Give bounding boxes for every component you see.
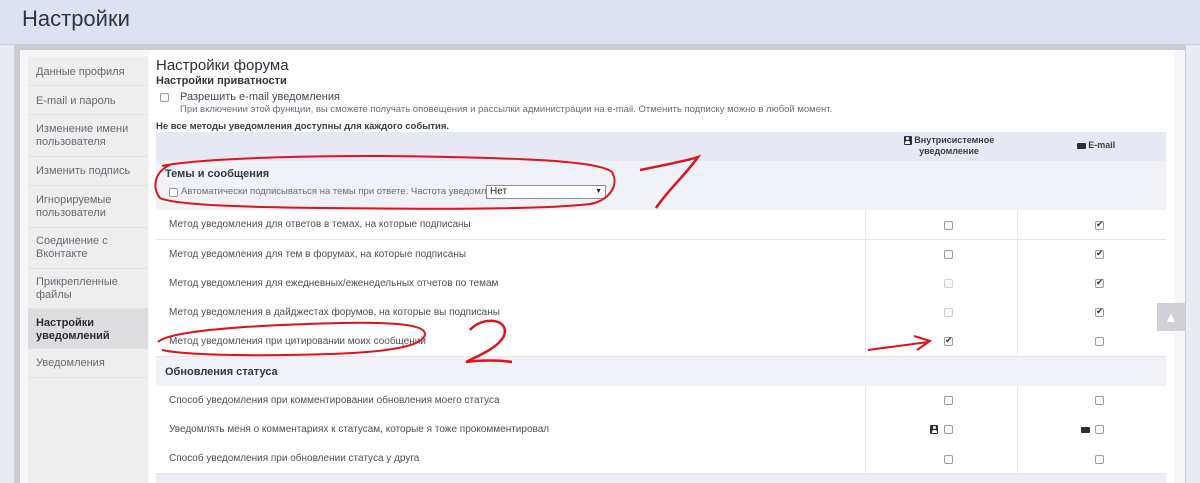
mail-icon bbox=[1081, 427, 1090, 433]
table-row: Способ уведомления при обновлении статус… bbox=[156, 444, 1166, 474]
email-checkbox[interactable] bbox=[1095, 455, 1104, 464]
table-row: Уведомлять меня о комментариях к статуса… bbox=[156, 415, 1166, 445]
auto-subscribe-checkbox[interactable] bbox=[169, 188, 178, 197]
internal-checkbox[interactable] bbox=[944, 425, 953, 434]
internal-checkbox[interactable] bbox=[944, 396, 953, 405]
sidebar-item-notification-settings[interactable]: Настройки уведомлений bbox=[28, 309, 148, 349]
chevron-down-icon: ▼ bbox=[595, 188, 602, 195]
sidebar-item-label: Настройки уведомлений bbox=[36, 317, 110, 342]
internal-checkbox bbox=[944, 308, 953, 317]
sidebar-item-ignored-users[interactable]: Игнорируемые пользователи bbox=[28, 186, 148, 228]
forum-settings-title: Настройки форума bbox=[156, 57, 289, 74]
sidebar-item-label: Уведомления bbox=[36, 357, 105, 369]
sidebar-item-label: Изменить подпись bbox=[36, 165, 131, 177]
sidebar-item-attachments[interactable]: Прикрепленные файлы bbox=[28, 269, 148, 309]
sidebar-item-label: Соединение с Вконтакте bbox=[36, 235, 108, 260]
table-row: Метод уведомления для ответов в темах, н… bbox=[156, 210, 1166, 240]
internal-checkbox[interactable] bbox=[944, 250, 953, 259]
frequency-select-value: Нет bbox=[490, 186, 508, 197]
table-row: Метод уведомления в дайджестах форумов, … bbox=[156, 298, 1166, 328]
page-header: Настройки bbox=[0, 0, 1200, 45]
scroll-top-button[interactable]: ▲ bbox=[1157, 303, 1185, 331]
sidebar-item-label: Игнорируемые пользователи bbox=[36, 194, 112, 219]
email-checkbox[interactable] bbox=[1095, 337, 1104, 346]
sidebar-item-email-password[interactable]: E-mail и пароль bbox=[28, 86, 148, 115]
sidebar-item-vk-connection[interactable]: Соединение с Вконтакте bbox=[28, 228, 148, 269]
row-label: Метод уведомления для ежедневных/еженеде… bbox=[169, 278, 499, 289]
email-checkbox[interactable] bbox=[1095, 219, 1104, 230]
sidebar-item-label: E-mail и пароль bbox=[36, 95, 116, 107]
allow-email-description: При включении этой функции, вы сможете п… bbox=[180, 104, 833, 115]
email-checkbox[interactable] bbox=[1095, 248, 1104, 259]
sidebar-item-change-username[interactable]: Изменение имени пользователя bbox=[28, 115, 148, 157]
table-row: Метод уведомления для тем в форумах, на … bbox=[156, 240, 1166, 270]
internal-checkbox[interactable] bbox=[944, 455, 953, 464]
privacy-heading: Настройки приватности bbox=[156, 75, 287, 87]
arrow-up-icon: ▲ bbox=[1164, 309, 1178, 325]
allow-email-checkbox[interactable] bbox=[160, 93, 169, 102]
mail-icon bbox=[1076, 142, 1086, 149]
email-checkbox[interactable] bbox=[1095, 425, 1104, 434]
row-label: Метод уведомления в дайджестах форумов, … bbox=[169, 307, 500, 318]
row-label: Способ уведомления при обновлении статус… bbox=[169, 453, 420, 464]
internal-checkbox[interactable] bbox=[944, 335, 953, 346]
page-title: Настройки bbox=[22, 6, 130, 31]
person-icon bbox=[930, 425, 938, 434]
email-checkbox[interactable] bbox=[1095, 306, 1104, 317]
column-internal: Внутрисистемное уведомление bbox=[884, 135, 1014, 157]
methods-note: Не все методы уведомления доступны для к… bbox=[156, 121, 450, 132]
table-row: Метод уведомления для ежедневных/еженеде… bbox=[156, 269, 1166, 299]
table-header: Внутрисистемное уведомление E-mail bbox=[156, 132, 1166, 161]
row-label: Способ уведомления при комментировании о… bbox=[169, 395, 500, 406]
column-email-label: E-mail bbox=[1088, 140, 1116, 150]
row-label: Метод уведомления для тем в форумах, на … bbox=[169, 249, 467, 260]
table-row: Способ уведомления при комментировании о… bbox=[156, 386, 1166, 416]
settings-sidebar: Данные профиля E-mail и пароль Изменение… bbox=[28, 57, 148, 483]
sidebar-item-profile[interactable]: Данные профиля bbox=[28, 57, 148, 86]
person-icon bbox=[903, 136, 912, 146]
sidebar-item-label: Данные профиля bbox=[36, 66, 125, 78]
sidebar-item-label: Изменение имени пользователя bbox=[36, 123, 129, 148]
sidebar-item-change-signature[interactable]: Изменить подпись bbox=[28, 157, 148, 186]
column-email: E-mail bbox=[1036, 140, 1156, 151]
email-checkbox[interactable] bbox=[1095, 396, 1104, 405]
internal-checkbox[interactable] bbox=[944, 221, 953, 230]
frequency-select[interactable]: Нет ▼ bbox=[486, 185, 606, 199]
allow-email-label: Разрешить e-mail уведомления bbox=[180, 91, 340, 103]
auto-subscribe-label: Автоматически подписываться на темы при … bbox=[181, 186, 511, 197]
sidebar-item-label: Прикрепленные файлы bbox=[36, 276, 118, 301]
internal-checkbox bbox=[944, 279, 953, 288]
column-internal-label: Внутрисистемное уведомление bbox=[914, 135, 995, 156]
sidebar-item-notifications[interactable]: Уведомления bbox=[28, 349, 148, 378]
section-title: Темы и сообщения bbox=[165, 168, 270, 180]
row-label: Уведомлять меня о комментариях к статуса… bbox=[169, 424, 550, 435]
row-label: Метод уведомления при цитировании моих с… bbox=[169, 336, 426, 347]
table-footer bbox=[156, 474, 1166, 483]
row-label: Метод уведомления для ответов в темах, н… bbox=[169, 219, 471, 230]
section-status-updates: Обновления статуса bbox=[156, 357, 1166, 386]
section-title: Обновления статуса bbox=[165, 366, 278, 378]
email-checkbox[interactable] bbox=[1095, 277, 1104, 288]
table-row: Метод уведомления при цитировании моих с… bbox=[156, 327, 1166, 357]
